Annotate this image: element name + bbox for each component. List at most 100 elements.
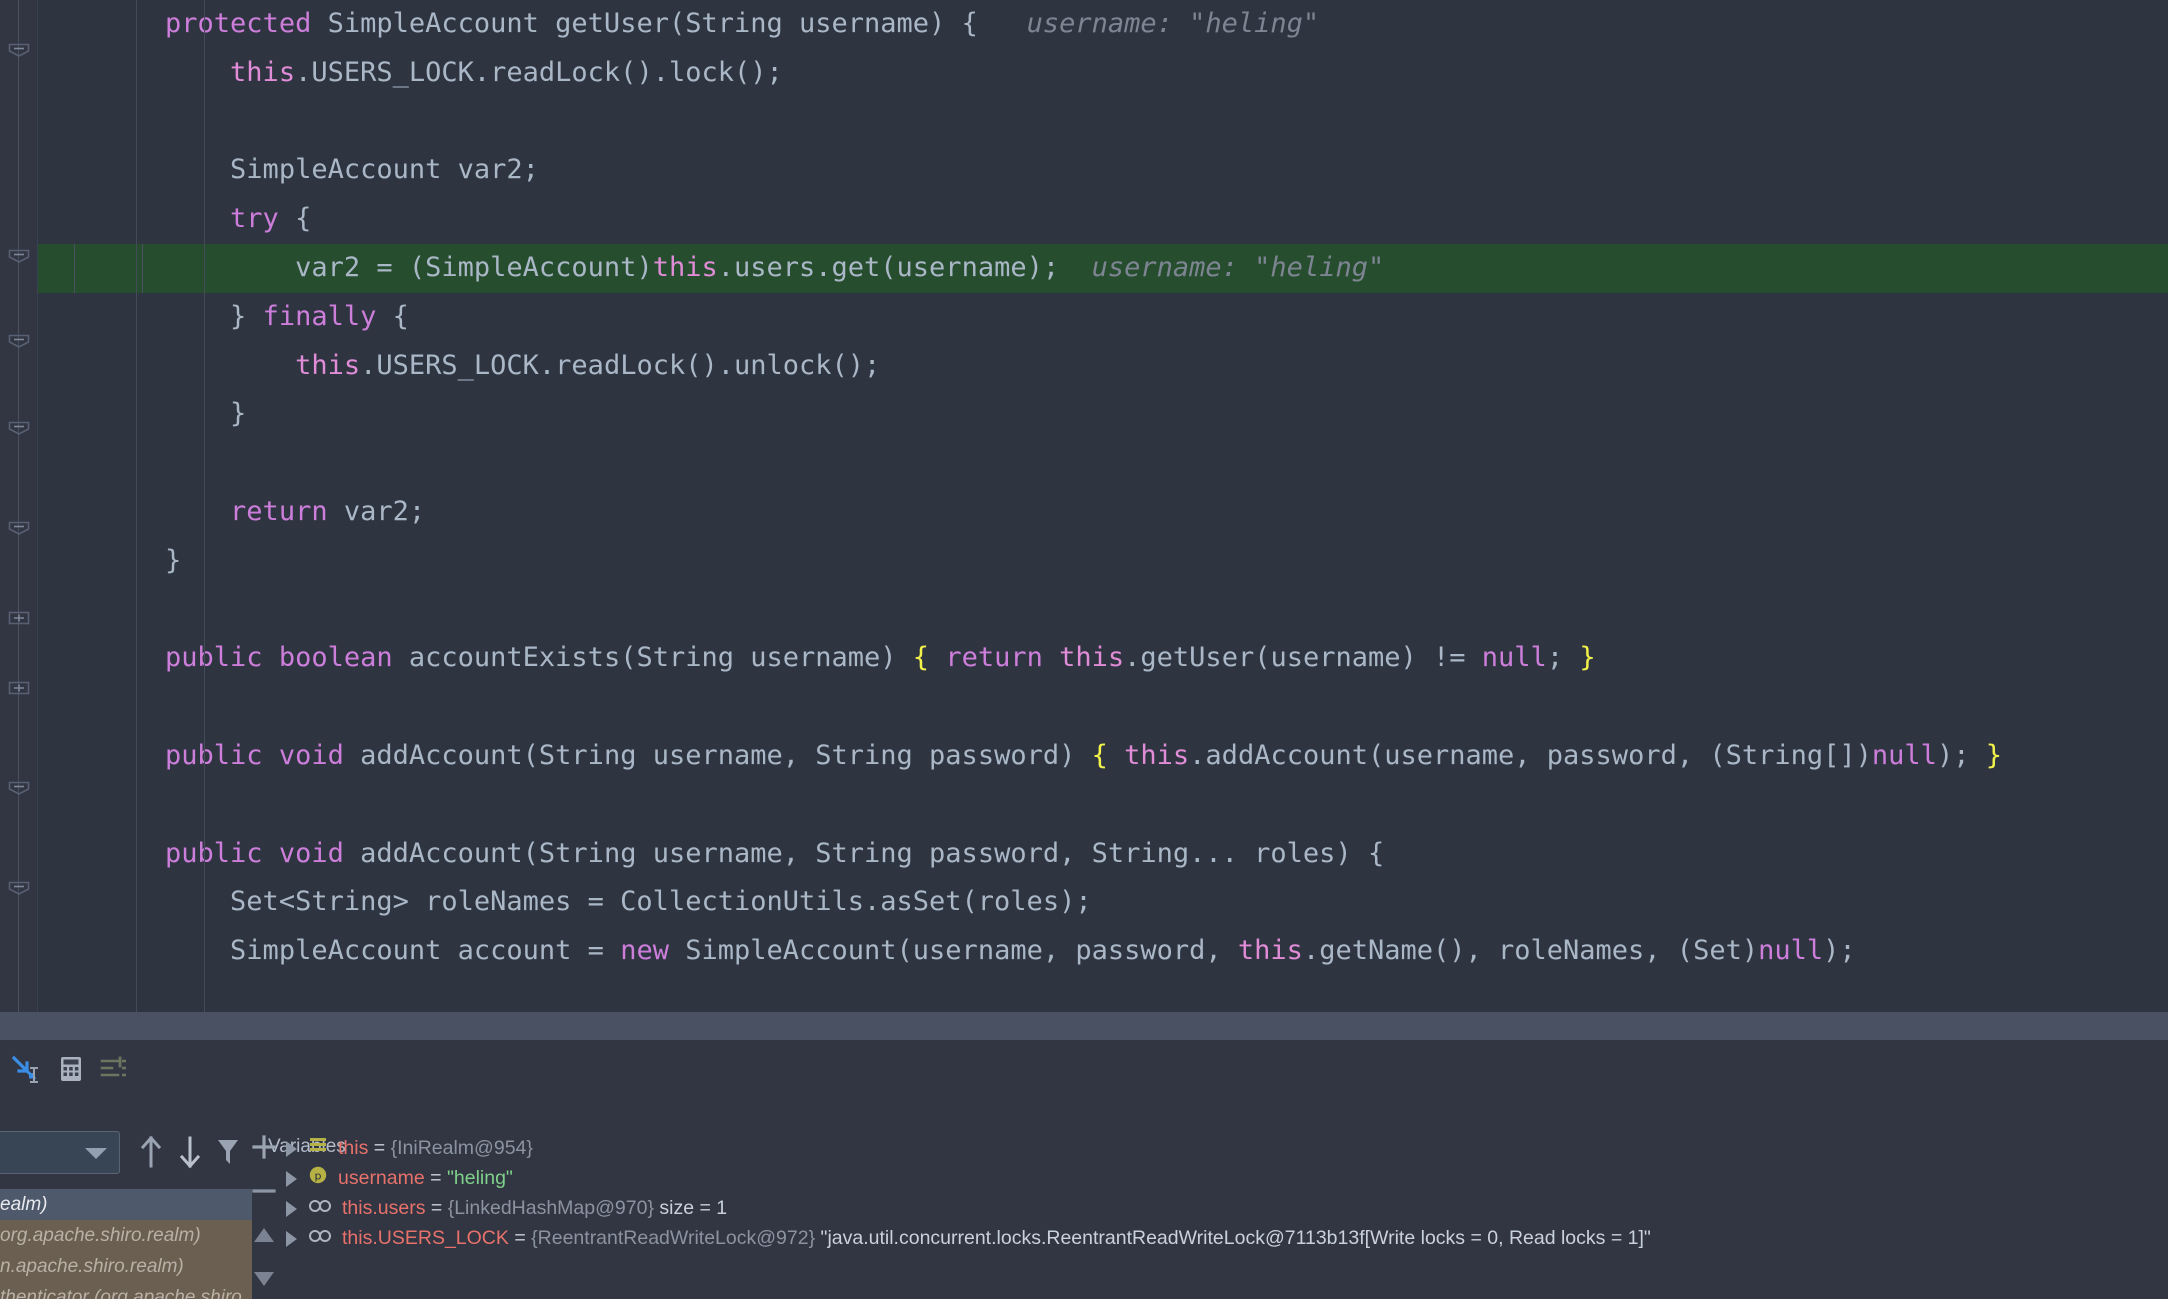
code-line[interactable] [38, 98, 2168, 147]
code-token: return [945, 642, 1060, 674]
code-token: null [1871, 739, 1937, 771]
expand-triangle-icon[interactable] [286, 1140, 297, 1157]
code-line[interactable]: protected SimpleAccount getUser(String u… [38, 0, 2168, 49]
fold-collapse-icon[interactable] [7, 248, 31, 264]
frames-list[interactable]: ealm) org.apache.shiro.realm) n.apache.shi… [0, 1189, 252, 1299]
fold-collapse-icon[interactable] [7, 42, 31, 58]
variable-row[interactable]: this.USERS_LOCK = {ReentrantReadWriteLoc… [284, 1223, 2154, 1253]
remove-watch-button[interactable] [248, 1172, 280, 1216]
code-content[interactable]: protected SimpleAccount getUser(String u… [38, 0, 2168, 1012]
expand-triangle-icon[interactable] [286, 1170, 297, 1187]
variables-tree[interactable]: this = {IniRealm@954} p username = "heling… [284, 1133, 2154, 1253]
fold-collapse-icon[interactable] [7, 880, 31, 896]
indent-guide [204, 0, 205, 1012]
chevron-down-icon [85, 1148, 107, 1159]
code-line[interactable]: SimpleAccount var2; [38, 146, 2168, 195]
code-token: SimpleAccount getUser(String username) [327, 8, 962, 39]
fold-expand-icon[interactable] [7, 680, 31, 696]
code-token: this [1124, 739, 1190, 771]
code-line[interactable] [38, 439, 2168, 488]
code-line[interactable]: } finally { [38, 293, 2168, 342]
code-token: try [230, 203, 296, 235]
code-token: this [1059, 642, 1125, 674]
code-line[interactable]: SimpleAccount account = new SimpleAccoun… [38, 927, 2168, 966]
fold-collapse-icon[interactable] [7, 420, 31, 436]
code-token: { [376, 300, 409, 332]
code-line[interactable]: Set<String> roleNames = CollectionUtils.… [38, 878, 2168, 927]
calculator-icon[interactable] [54, 1052, 88, 1086]
fold-expand-icon[interactable] [7, 610, 31, 626]
code-line[interactable]: try { [38, 195, 2168, 244]
code-token: finally [262, 300, 377, 332]
code-token: } [230, 398, 247, 430]
code-token: public void [165, 739, 361, 771]
code-token: SimpleAccount var2; [230, 154, 539, 186]
code-token: .getName(), roleNames, (Set) [1302, 935, 1759, 967]
fold-guide-line [18, 0, 19, 1012]
fold-collapse-icon[interactable] [7, 520, 31, 536]
code-token: addAccount(String username, String passw… [360, 739, 1092, 771]
evaluate-expression-icon[interactable] [8, 1052, 42, 1086]
code-line-executing[interactable]: var2 = (SimpleAccount)this.users.get(use… [38, 243, 2168, 293]
code-token: var2; [343, 495, 426, 527]
editor-gutter[interactable] [0, 0, 38, 1012]
frame-list-item[interactable]: thenticator (org.apache.shiro [0, 1282, 252, 1299]
panel-splitter[interactable] [0, 1012, 2168, 1040]
code-line[interactable] [38, 781, 2168, 830]
code-editor[interactable]: protected SimpleAccount getUser(String u… [0, 0, 2168, 1012]
code-line[interactable] [38, 586, 2168, 635]
code-token: .getUser(username) != [1124, 642, 1482, 674]
code-line[interactable]: public void addAccount(String username, … [38, 732, 2168, 781]
fold-collapse-icon[interactable] [7, 780, 31, 796]
code-line[interactable]: } [38, 537, 2168, 586]
code-token: { [1091, 739, 1108, 771]
inline-parameter-hint: username: "heling" [977, 8, 1320, 39]
expand-triangle-icon[interactable] [286, 1230, 297, 1247]
code-line[interactable]: public boolean accountExists(String user… [38, 634, 2168, 683]
variable-name: username [338, 1167, 425, 1189]
code-line[interactable]: return var2; [38, 488, 2168, 537]
filter-icon[interactable] [213, 1132, 243, 1176]
variable-row[interactable]: this = {IniRealm@954} [284, 1133, 2154, 1163]
debugger-toolbar[interactable] [0, 1040, 2168, 1098]
frame-list-item[interactable]: org.apache.shiro.realm) [0, 1220, 252, 1251]
step-up-icon[interactable] [136, 1132, 166, 1176]
code-token: ); [1936, 739, 1986, 771]
variable-equals: = [368, 1137, 391, 1159]
step-down-icon[interactable] [175, 1132, 205, 1176]
variable-row[interactable]: this.users = {LinkedHashMap@970} size = … [284, 1193, 2154, 1223]
code-token: public void [165, 837, 361, 869]
add-watch-button[interactable] [248, 1128, 280, 1172]
field-watch-icon [307, 1224, 333, 1254]
code-line[interactable]: this.USERS_LOCK.readLock().lock(); [38, 49, 2168, 98]
variable-name: this.users [342, 1197, 426, 1219]
code-token: public boolean [165, 642, 409, 674]
expand-triangle-icon[interactable] [286, 1200, 297, 1217]
watch-actions[interactable] [248, 1128, 284, 1299]
variable-row[interactable]: p username = "heling" [284, 1163, 2154, 1193]
code-line[interactable]: public void addAccount(String username, … [38, 830, 2168, 879]
code-line[interactable] [38, 683, 2168, 732]
move-watch-down-button[interactable] [248, 1260, 280, 1299]
indent-guide [136, 0, 137, 1012]
code-token: ); [1823, 935, 1856, 967]
code-line[interactable]: } [38, 390, 2168, 439]
frame-list-item[interactable]: n.apache.shiro.realm) [0, 1251, 252, 1282]
move-watch-up-button[interactable] [248, 1216, 280, 1260]
sort-variables-icon[interactable] [96, 1052, 130, 1086]
frame-list-item[interactable]: ealm) [0, 1189, 252, 1220]
code-token: } [230, 300, 263, 332]
variable-equals: = [424, 1167, 447, 1189]
code-token: { [295, 203, 312, 235]
code-token: var2 = (SimpleAccount) [295, 251, 653, 283]
fold-collapse-icon[interactable] [7, 333, 31, 349]
thread-selector-combobox[interactable] [0, 1131, 120, 1174]
variable-equals: = [508, 1227, 532, 1249]
code-line[interactable]: this.USERS_LOCK.readLock().unlock(); [38, 342, 2168, 391]
